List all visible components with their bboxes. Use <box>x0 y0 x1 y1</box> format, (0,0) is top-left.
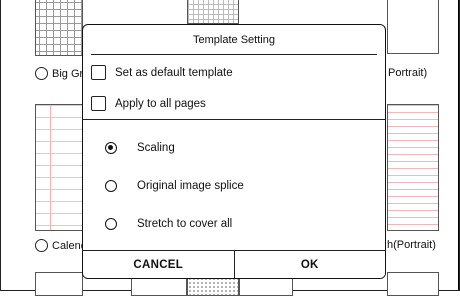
set-default-template-checkbox[interactable]: Set as default template <box>91 65 233 80</box>
template-option-ruled-portrait[interactable]: h(Portrait) <box>387 239 436 251</box>
option-label: Scaling <box>137 142 175 154</box>
template-thumbnail-calendar[interactable] <box>35 104 83 231</box>
apply-all-pages-checkbox[interactable]: Apply to all pages <box>91 96 206 111</box>
option-label: Stretch to cover all <box>137 218 233 230</box>
divider <box>91 54 377 55</box>
ok-button[interactable]: OK <box>233 251 385 278</box>
dialog-title: Template Setting <box>193 34 275 46</box>
checkbox-box[interactable] <box>91 96 106 111</box>
template-option-big-grid[interactable]: Big Gr <box>35 67 83 80</box>
option-scaling[interactable]: Scaling <box>105 142 175 154</box>
template-option-calendar[interactable]: Calend <box>35 239 87 252</box>
panel-edge <box>458 0 459 290</box>
option-original-image-splice[interactable]: Original image splice <box>105 180 244 192</box>
template-radio[interactable] <box>35 239 48 252</box>
radio-button[interactable] <box>105 180 117 192</box>
template-thumbnail[interactable] <box>35 272 83 296</box>
template-label: Portrait) <box>388 67 428 79</box>
checkbox-label: Apply to all pages <box>115 97 206 110</box>
template-option-portrait[interactable]: Portrait) <box>388 67 427 79</box>
radio-button[interactable] <box>105 218 117 230</box>
cancel-button[interactable]: CANCEL <box>83 251 234 278</box>
template-thumbnail[interactable] <box>187 0 239 24</box>
template-radio[interactable] <box>35 67 48 80</box>
divider <box>83 119 385 120</box>
template-thumbnail[interactable] <box>387 0 439 54</box>
option-stretch-to-cover[interactable]: Stretch to cover all <box>105 218 232 230</box>
option-label: Original image splice <box>137 180 244 192</box>
template-thumbnail[interactable] <box>387 272 439 296</box>
radio-selected[interactable] <box>105 142 117 154</box>
checkbox-box[interactable] <box>91 65 106 80</box>
template-setting-dialog: Template Setting Set as default template… <box>82 24 386 279</box>
checkbox-label: Set as default template <box>115 66 233 79</box>
template-label: h(Portrait) <box>387 239 436 251</box>
template-thumbnail-big-grid[interactable] <box>35 0 83 56</box>
template-thumbnail-ruled[interactable] <box>387 104 439 231</box>
template-label: Big Gr <box>52 67 84 80</box>
dialog-button-bar: CANCEL OK <box>83 250 385 278</box>
